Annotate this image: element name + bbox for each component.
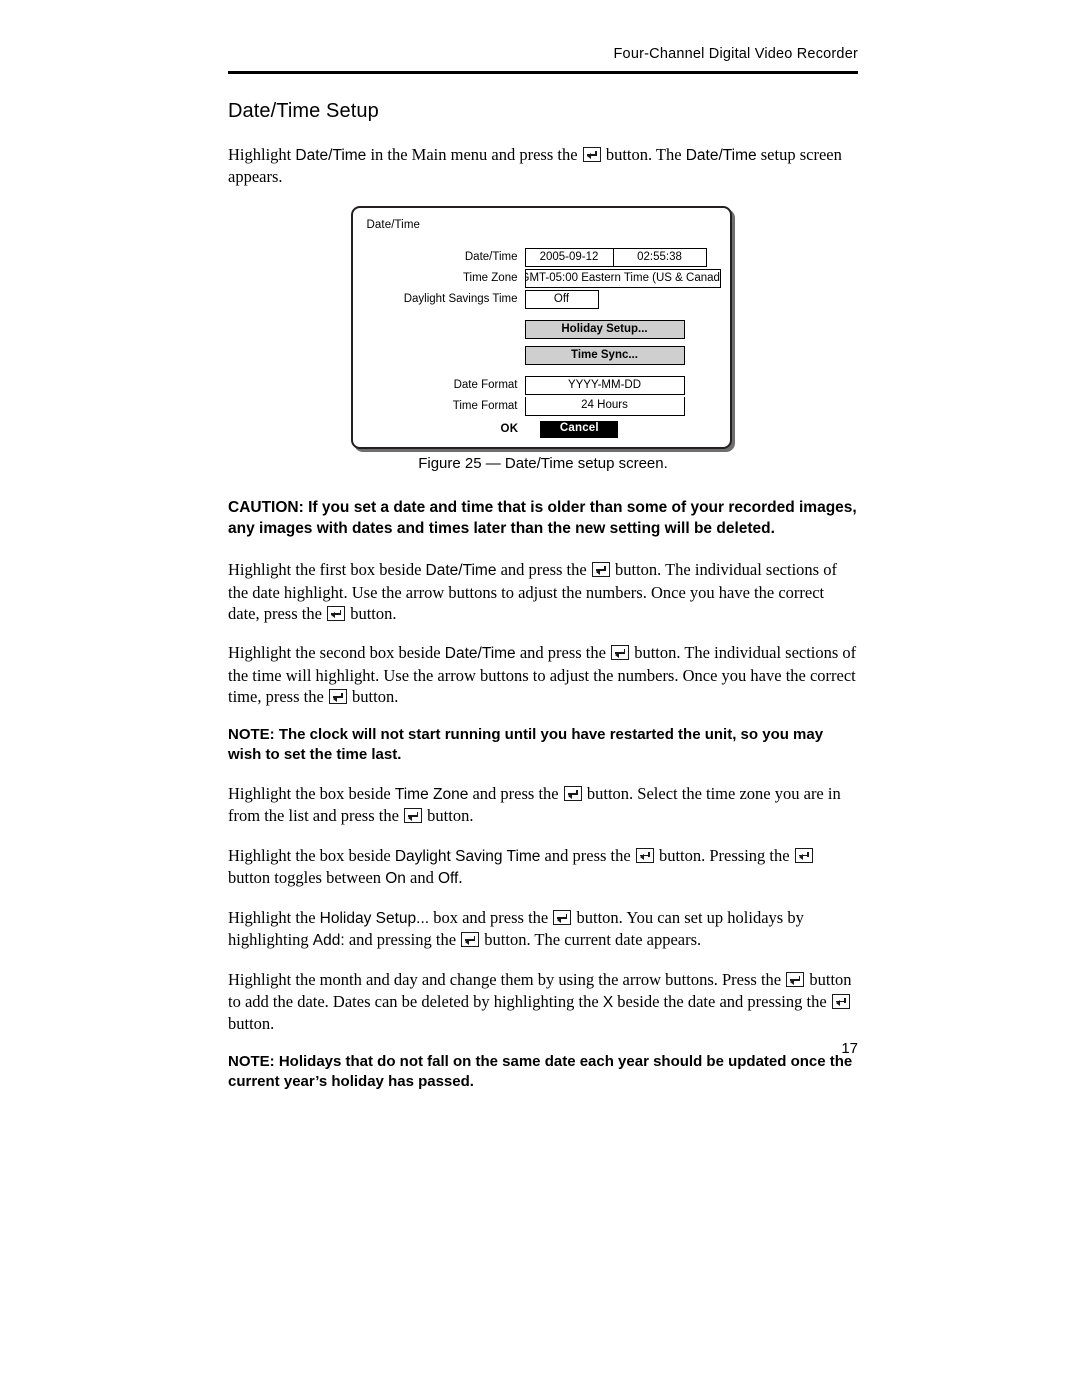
dialog-title: Date/Time: [366, 218, 421, 231]
pm-t4: button.: [228, 1014, 275, 1034]
row-holiday-setup: Holiday Setup...: [353, 319, 730, 339]
ph-t1: Highlight the: [228, 908, 320, 928]
figure-25: Date/Time Date/Time 2005-09-12 02:55:38 …: [228, 205, 858, 449]
ph-ui-holiday-setup: Holiday Setup...: [319, 910, 430, 928]
ptz-t1: Highlight the box beside: [228, 784, 395, 804]
time-format-field[interactable]: 24 Hours: [524, 396, 685, 416]
enter-key-icon: [794, 847, 813, 863]
header-rule: [228, 71, 858, 74]
pds-t6: .: [458, 868, 463, 888]
ph-t4: and pressing the: [344, 930, 461, 950]
enter-key-icon: [635, 847, 654, 863]
paragraph-dst: Highlight the box beside Daylight Saving…: [228, 845, 858, 889]
time-sync-button[interactable]: Time Sync...: [524, 345, 685, 365]
timezone-field[interactable]: GMT-05:00 Eastern Time (US & Canad: [524, 268, 721, 288]
running-header: Four-Channel Digital Video Recorder: [613, 46, 858, 62]
caution-note: CAUTION: If you set a date and time that…: [228, 498, 857, 537]
row-datetime: Date/Time 2005-09-12 02:55:38: [353, 247, 730, 267]
row-dst: Daylight Savings Time Off: [353, 289, 730, 309]
intro-text-2: in the Main menu and press the: [366, 145, 582, 164]
pd-t1: Highlight the first box beside: [228, 560, 426, 580]
row-time-format: Time Format 24 Hours: [353, 396, 730, 416]
label-timezone: Time Zone: [462, 272, 518, 285]
dialog-shadow-wrap: Date/Time Date/Time 2005-09-12 02:55:38 …: [350, 205, 736, 449]
date-format-field[interactable]: YYYY-MM-DD: [524, 375, 685, 395]
pds-ui-off: Off: [437, 870, 459, 888]
page-number: 17: [841, 1040, 858, 1057]
pds-t4: button toggles between: [228, 868, 386, 888]
paragraph-month-day: Highlight the month and day and change t…: [228, 969, 858, 1034]
row-timezone: Time Zone GMT-05:00 Eastern Time (US & C…: [353, 268, 730, 288]
pd-t2: and press the: [496, 560, 591, 580]
paragraph-set-time: Highlight the second box beside Date/Tim…: [228, 642, 858, 707]
label-date-format: Date Format: [453, 379, 518, 392]
pt-ui-datetime: Date/Time: [444, 645, 516, 663]
date-field[interactable]: 2005-09-12: [524, 247, 614, 267]
enter-key-icon: [553, 910, 572, 926]
ptz-t4: button.: [423, 806, 474, 826]
pd-ui-datetime: Date/Time: [425, 562, 497, 580]
pds-ui-dst: Daylight Saving Time: [394, 847, 541, 865]
figure-caption: Figure 25 — Date/Time setup screen.: [418, 454, 668, 472]
dialog-rows: Date/Time 2005-09-12 02:55:38 Time Zone …: [353, 247, 730, 418]
page-content: Date/Time Setup Highlight Date/Time in t…: [228, 100, 858, 1110]
holiday-setup-button[interactable]: Holiday Setup...: [524, 319, 685, 339]
enter-key-icon: [582, 147, 601, 162]
pm-ui-x: X: [602, 993, 614, 1011]
intro-paragraph: Highlight Date/Time in the Main menu and…: [228, 144, 858, 188]
enter-key-icon: [786, 972, 805, 988]
dst-field[interactable]: Off: [524, 289, 599, 309]
time-field[interactable]: 02:55:38: [613, 247, 707, 267]
intro-text-1: Highlight: [228, 145, 296, 164]
dialog-footer: OK Cancel: [353, 420, 730, 438]
intro-ui-datetime: Date/Time: [295, 147, 367, 164]
pm-t1: Highlight the month and day and change t…: [228, 970, 786, 990]
pd-t4: button.: [346, 604, 397, 623]
intro-ui-datetime-2: Date/Time: [685, 147, 757, 164]
enter-key-icon: [591, 562, 610, 578]
paragraph-timezone: Highlight the box beside Time Zone and p…: [228, 783, 858, 827]
ph-ui-add: Add:: [312, 932, 345, 950]
document-page: Four-Channel Digital Video Recorder Date…: [0, 0, 1080, 1397]
ptz-t2: and press the: [468, 784, 563, 804]
label-dst: Daylight Savings Time: [403, 293, 518, 306]
enter-key-icon: [328, 689, 347, 705]
timezone-value: GMT-05:00 Eastern Time (US & Canad: [524, 271, 720, 284]
datetime-setup-dialog: Date/Time Date/Time 2005-09-12 02:55:38 …: [350, 205, 732, 449]
ptz-ui-timezone: Time Zone: [394, 786, 469, 804]
enter-key-icon: [461, 932, 480, 948]
label-time-format: Time Format: [452, 400, 518, 413]
row-date-format: Date Format YYYY-MM-DD: [353, 375, 730, 395]
enter-key-icon: [611, 645, 630, 661]
pds-t5: and: [405, 868, 438, 888]
enter-key-icon: [327, 606, 346, 621]
pt-t4: button.: [347, 687, 399, 707]
pds-t1: Highlight the box beside: [228, 845, 395, 865]
enter-key-icon: [563, 786, 582, 802]
page-title: Date/Time Setup: [228, 100, 379, 122]
note-holidays: NOTE: Holidays that do not fall on the s…: [228, 1053, 853, 1091]
pm-t3: beside the date and pressing the: [613, 991, 831, 1011]
row-time-sync: Time Sync...: [353, 345, 730, 365]
ph-t5: button. The current date appears.: [480, 930, 702, 950]
note-clock: NOTE: The clock will not start running u…: [228, 726, 824, 764]
ph-t2: box and press the: [429, 908, 553, 928]
cancel-button[interactable]: Cancel: [540, 420, 619, 438]
pds-t3: button. Pressing the: [654, 845, 794, 865]
pt-t2: and press the: [515, 643, 611, 663]
paragraph-holiday: Highlight the Holiday Setup... box and p…: [228, 907, 858, 951]
pds-t2: and press the: [540, 845, 635, 865]
ok-button[interactable]: OK: [501, 423, 519, 435]
enter-key-icon: [831, 993, 850, 1009]
pt-t1: Highlight the second box beside: [228, 643, 445, 663]
label-datetime: Date/Time: [464, 251, 518, 264]
enter-key-icon: [404, 808, 423, 824]
paragraph-set-date: Highlight the first box beside Date/Time…: [228, 559, 858, 624]
pds-ui-on: On: [385, 870, 406, 888]
intro-text-3: button. The: [601, 145, 686, 164]
